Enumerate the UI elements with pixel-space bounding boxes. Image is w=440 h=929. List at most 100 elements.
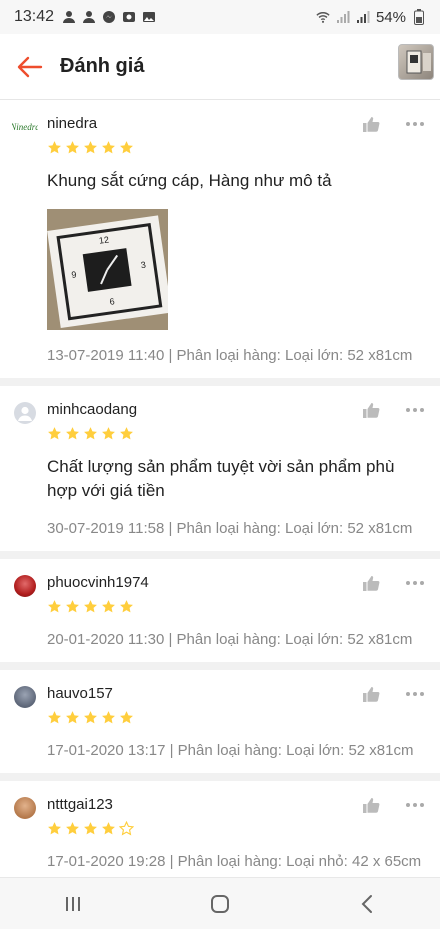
app-header: Đánh giá <box>0 34 440 100</box>
star-filled-icon <box>84 141 97 154</box>
like-button[interactable] <box>360 400 382 420</box>
thumbs-up-icon <box>363 687 380 702</box>
more-horizontal-icon <box>406 803 424 807</box>
more-horizontal-icon <box>406 408 424 412</box>
like-button[interactable] <box>360 114 382 134</box>
status-right: 54% <box>316 9 426 26</box>
signal-icon <box>356 10 370 24</box>
review-item: phuocvinh1974 20-01-2020 11:30 | Phân lo… <box>0 559 440 670</box>
review-item: ntttgai123 17-01-2020 19:28 | Phân loại … <box>0 781 440 877</box>
more-horizontal-icon <box>406 122 424 126</box>
more-options-button[interactable] <box>404 114 426 134</box>
review-meta: 13-07-2019 11:40 | Phân loại hàng: Loại … <box>47 347 413 364</box>
star-filled-icon <box>120 600 133 613</box>
star-filled-icon <box>48 600 61 613</box>
person-notification-icon <box>62 10 76 24</box>
star-filled-icon <box>66 600 79 613</box>
star-filled-icon <box>66 822 79 835</box>
star-filled-icon <box>120 427 133 440</box>
star-filled-icon <box>66 141 79 154</box>
like-button[interactable] <box>360 684 382 704</box>
thumbs-up-icon <box>363 576 380 591</box>
more-horizontal-icon <box>406 581 424 585</box>
star-filled-icon <box>102 141 115 154</box>
review-meta: 17-01-2020 19:28 | Phân loại hàng: Loại … <box>47 853 422 870</box>
star-filled-icon <box>48 141 61 154</box>
recent-apps-icon <box>66 896 81 911</box>
signal-icon <box>336 10 350 24</box>
more-options-button[interactable] <box>404 400 426 420</box>
review-item: minhcaodang Chất lượng sản phẩm tuyệt vờ… <box>0 386 440 559</box>
star-filled-icon <box>84 600 97 613</box>
star-filled-icon <box>120 141 133 154</box>
review-meta: 30-07-2019 11:58 | Phân loại hàng: Loại … <box>47 520 413 537</box>
like-button[interactable] <box>360 573 382 593</box>
review-text: Chất lượng sản phẩm tuyệt vời sản phẩm p… <box>47 457 395 500</box>
thumbs-up-icon <box>363 798 380 813</box>
review-text: Khung sắt cứng cáp, Hàng như mô tả <box>47 171 332 190</box>
home-button[interactable] <box>190 884 250 924</box>
gallery-notification-icon <box>142 10 156 24</box>
review-item: Ninedra ninedra Khung sắt cứng cáp, Hàng… <box>0 100 440 386</box>
star-filled-icon <box>66 427 79 440</box>
system-nav-bar <box>0 877 440 929</box>
battery-icon <box>412 9 426 25</box>
person-notification-icon <box>82 10 96 24</box>
home-icon <box>210 894 229 913</box>
review-item: hauvo157 17-01-2020 13:17 | Phân loại hà… <box>0 670 440 781</box>
star-empty-icon <box>119 821 134 836</box>
review-actions <box>360 684 426 704</box>
product-thumbnail[interactable] <box>398 44 434 80</box>
star-filled-icon <box>48 711 61 724</box>
star-filled-icon <box>102 427 115 440</box>
wifi-icon <box>316 10 330 24</box>
notification-icons <box>62 10 156 24</box>
user-avatar <box>14 575 36 597</box>
review-list[interactable]: Ninedra ninedra Khung sắt cứng cáp, Hàng… <box>0 100 440 877</box>
star-filled-icon <box>84 427 97 440</box>
star-filled-icon <box>120 711 133 724</box>
status-bar: 13:42 54% <box>0 0 440 34</box>
thumbs-up-icon <box>363 403 380 418</box>
back-button[interactable] <box>4 41 56 93</box>
star-filled-icon <box>48 427 61 440</box>
star-rating <box>47 426 426 441</box>
messenger-icon <box>102 10 116 24</box>
star-filled-icon <box>102 822 115 835</box>
recent-apps-button[interactable] <box>43 884 103 924</box>
like-button[interactable] <box>360 795 382 815</box>
review-actions <box>360 795 426 815</box>
star-filled-icon <box>48 822 61 835</box>
battery-percent: 54% <box>375 8 406 26</box>
star-rating <box>47 710 426 725</box>
back-nav-button[interactable] <box>337 884 397 924</box>
review-meta: 20-01-2020 11:30 | Phân loại hàng: Loại … <box>47 631 413 648</box>
review-actions <box>360 400 426 420</box>
thumbs-up-icon <box>363 117 380 132</box>
more-options-button[interactable] <box>404 684 426 704</box>
more-options-button[interactable] <box>404 573 426 593</box>
review-meta: 17-01-2020 13:17 | Phân loại hàng: Loại … <box>47 742 414 759</box>
status-time: 13:42 <box>14 8 55 25</box>
user-avatar: Ninedra <box>12 122 38 132</box>
chevron-left-icon <box>361 894 372 913</box>
star-rating <box>47 140 426 155</box>
star-filled-icon <box>84 822 97 835</box>
user-avatar <box>14 402 36 424</box>
review-photo[interactable]: 12 3 9 6 <box>47 209 168 330</box>
star-filled-icon <box>102 600 115 613</box>
default-avatar-icon <box>18 406 32 421</box>
user-avatar <box>14 797 36 819</box>
star-filled-icon <box>84 711 97 724</box>
user-avatar <box>14 686 36 708</box>
arrow-left-icon <box>17 56 43 77</box>
svg-text:12: 12 <box>98 234 109 245</box>
camera-notification-icon <box>122 10 136 24</box>
page-title: Đánh giá <box>60 55 145 77</box>
review-actions <box>360 573 426 593</box>
star-rating <box>47 599 426 614</box>
star-filled-icon <box>66 711 79 724</box>
more-options-button[interactable] <box>404 795 426 815</box>
review-actions <box>360 114 426 134</box>
star-filled-icon <box>102 711 115 724</box>
